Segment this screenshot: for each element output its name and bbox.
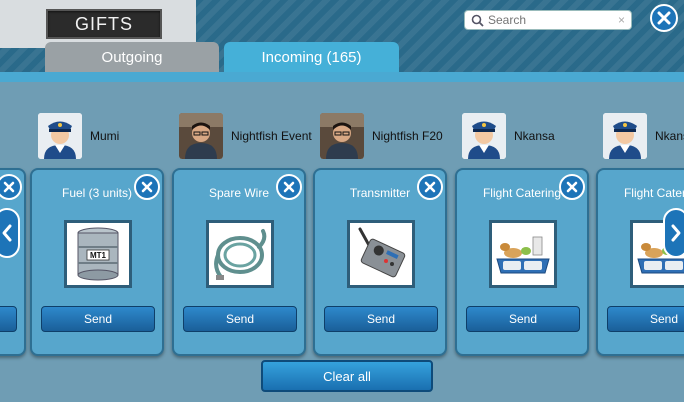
sender-nightfish-f20: Nightfish F20 (320, 112, 443, 160)
dismiss-gift-button[interactable] (559, 174, 585, 200)
sender-name: Nkansa (655, 129, 684, 143)
close-icon (283, 181, 295, 193)
pilot-avatar (603, 113, 647, 159)
tab-outgoing[interactable]: Outgoing (45, 42, 219, 72)
dismiss-gift-button[interactable] (134, 174, 160, 200)
barrel-label: MT1 (90, 251, 107, 260)
send-button[interactable]: Send (183, 306, 297, 332)
close-icon (424, 181, 436, 193)
gift-card-flight-catering: Flight Catering Send (455, 168, 589, 356)
gift-card-fuel: Fuel (3 units) MT1 Send (30, 168, 164, 356)
user-photo-avatar (179, 113, 223, 159)
top-bar: GIFTS × Outgoing Incoming (165) (0, 0, 684, 72)
close-icon (566, 181, 578, 193)
scroll-right-button[interactable] (663, 208, 684, 258)
close-window-button[interactable] (650, 4, 678, 32)
gift-card-spare-wire: Spare Wire Send (172, 168, 306, 356)
send-button-partial[interactable] (0, 306, 17, 332)
tab-strip (0, 72, 684, 82)
close-icon (657, 11, 671, 25)
gift-list: Mumi Nightfish Event Nightfish F20 Nkans… (0, 82, 684, 402)
gift-title: Flight Catering (623, 186, 684, 200)
gift-card-partial (0, 168, 26, 356)
search-input[interactable] (488, 13, 608, 27)
food-tray-icon (489, 220, 557, 288)
page-title: GIFTS (46, 9, 162, 39)
pilot-avatar (462, 113, 506, 159)
chevron-right-icon (671, 224, 681, 242)
fuel-barrel-icon: MT1 (64, 220, 132, 288)
sender-name: Mumi (90, 129, 120, 143)
sender-mumi: Mumi (38, 112, 119, 160)
send-button[interactable]: Send (607, 306, 684, 332)
sender-name: Nkansa (514, 129, 555, 143)
dismiss-gift-button[interactable] (0, 174, 22, 200)
gift-card-flight-catering-2: Flight Catering Send (596, 168, 684, 356)
close-icon (141, 181, 153, 193)
dismiss-gift-button[interactable] (417, 174, 443, 200)
dismiss-gift-button[interactable] (276, 174, 302, 200)
chevron-left-icon (2, 224, 12, 242)
pilot-avatar (38, 113, 82, 159)
transmitter-icon (347, 220, 415, 288)
search-clear-icon[interactable]: × (618, 13, 625, 27)
close-icon (3, 181, 15, 193)
sender-nkansa: Nkansa (462, 112, 555, 160)
send-button[interactable]: Send (41, 306, 155, 332)
user-photo-avatar (320, 113, 364, 159)
send-button[interactable]: Send (466, 306, 580, 332)
search-box[interactable]: × (464, 10, 632, 30)
scroll-left-button[interactable] (0, 208, 20, 258)
search-icon (471, 14, 484, 27)
send-button[interactable]: Send (324, 306, 438, 332)
sender-name: Nightfish Event (231, 129, 312, 143)
tab-incoming[interactable]: Incoming (165) (224, 42, 399, 72)
wire-coil-icon (206, 220, 274, 288)
sender-name: Nightfish F20 (372, 129, 443, 143)
clear-all-button[interactable]: Clear all (261, 360, 433, 392)
sender-nightfish-event: Nightfish Event (179, 112, 312, 160)
sender-nkansa-2: Nkansa (603, 112, 684, 160)
gift-card-transmitter: Transmitter Send (313, 168, 447, 356)
